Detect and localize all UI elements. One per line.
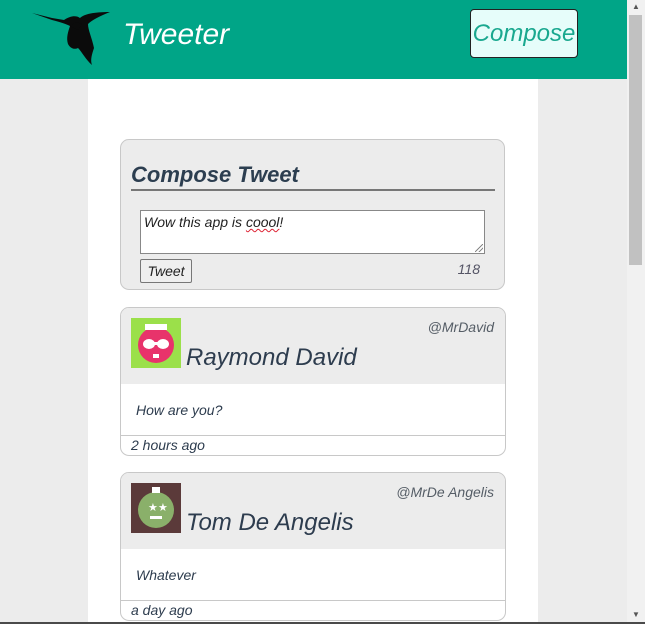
app-brand-title: Tweeter — [123, 18, 230, 51]
svg-text:★: ★ — [158, 501, 168, 514]
tweet-content: Whatever — [136, 567, 196, 583]
character-counter: 118 — [457, 261, 480, 277]
tweet-content: How are you? — [136, 402, 223, 418]
tweet-text-end: ! — [279, 214, 284, 230]
resize-handle-icon[interactable] — [475, 244, 483, 252]
avatar-icon: ★ ★ — [131, 483, 181, 533]
tweet-author-name: Raymond David — [186, 344, 357, 371]
tweet-author-handle: @MrDavid — [427, 319, 494, 335]
scrollbar-thumb[interactable] — [629, 15, 642, 265]
compose-title: Compose Tweet — [131, 162, 495, 191]
window-bottom-border — [0, 622, 645, 627]
tweet-author-handle: @MrDe Angelis — [396, 484, 494, 500]
scroll-up-arrow-icon[interactable]: ▲ — [627, 0, 645, 14]
navbar: Tweeter Compose — [0, 0, 627, 79]
tweet-header: Raymond David @MrDavid — [121, 308, 505, 384]
tweet-textarea[interactable]: Wow this app is coool! — [140, 210, 485, 254]
misspelled-word: coool — [245, 214, 280, 230]
vertical-scrollbar[interactable]: ▲ ▼ — [627, 0, 645, 622]
tweet-timestamp: a day ago — [121, 600, 505, 620]
tweet-card: Raymond David @MrDavid How are you? 2 ho… — [120, 307, 506, 456]
tweet-header: ★ ★ Tom De Angelis @MrDe Angelis — [121, 473, 505, 549]
browser-viewport: Tweeter Compose Compose Tweet Wow this a… — [0, 0, 627, 622]
svg-text:★: ★ — [148, 501, 158, 514]
compose-panel: Compose Tweet Wow this app is coool! Twe… — [120, 139, 505, 290]
hummingbird-logo-icon — [32, 12, 110, 65]
tweet-text-start: Wow this app is — [144, 214, 246, 230]
tweet-submit-button[interactable]: Tweet — [140, 259, 192, 283]
compose-button[interactable]: Compose — [470, 9, 578, 58]
tweet-timestamp: 2 hours ago — [121, 435, 505, 455]
tweet-author-name: Tom De Angelis — [186, 509, 354, 536]
tweet-card: ★ ★ Tom De Angelis @MrDe Angelis Whateve… — [120, 472, 506, 621]
avatar-icon — [131, 318, 181, 368]
scroll-down-arrow-icon[interactable]: ▼ — [627, 608, 645, 622]
